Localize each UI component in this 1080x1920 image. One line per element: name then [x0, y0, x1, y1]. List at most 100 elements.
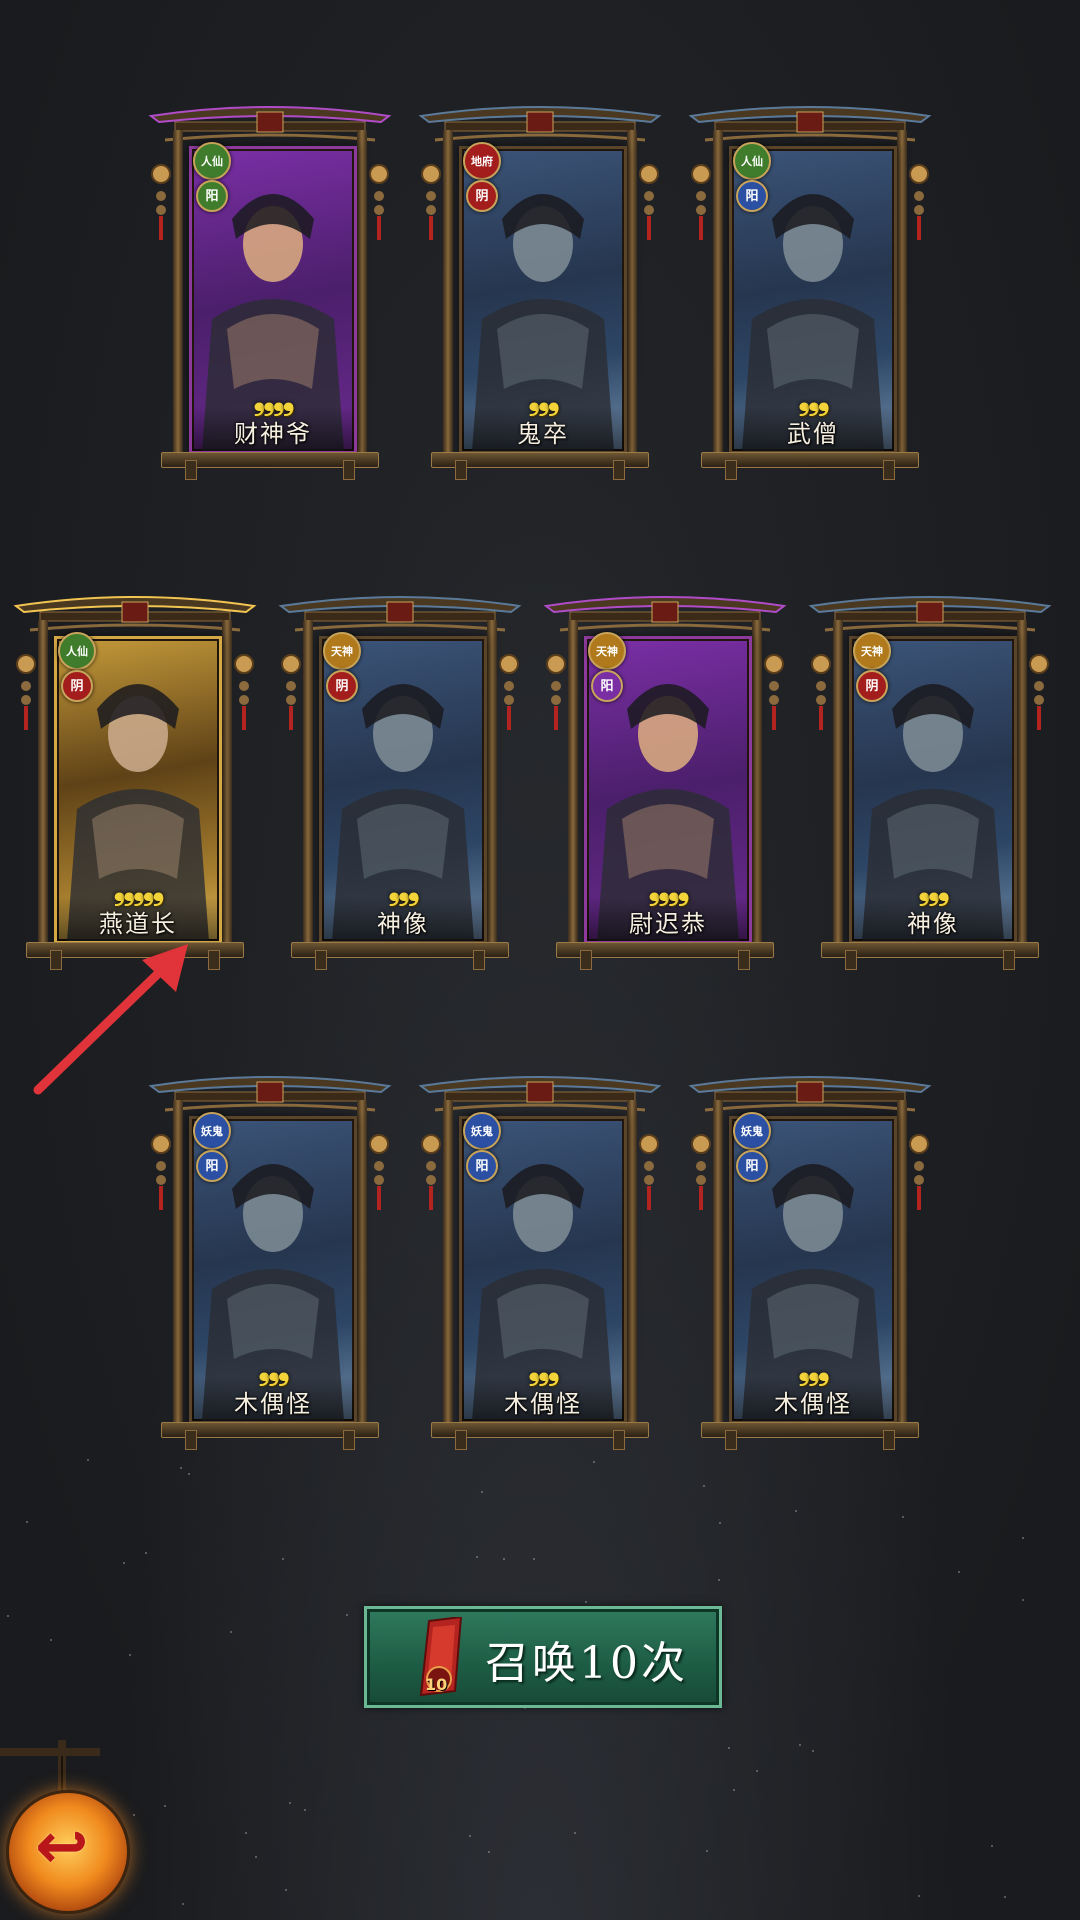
star-dot: [285, 1889, 287, 1891]
tassel-ornament-icon: [16, 654, 36, 730]
tassel-ornament-icon: [369, 164, 389, 240]
star-dot: [799, 1744, 801, 1746]
alignment-badge: 阳: [736, 1150, 768, 1182]
frame-post: [357, 130, 367, 468]
star-dot: [304, 1809, 306, 1811]
star-icon: ❟: [528, 382, 540, 417]
star-dot: [958, 1571, 960, 1573]
frame-foot: [343, 460, 355, 480]
hero-name: 武僧: [787, 420, 839, 448]
star-icon: ❟: [268, 1352, 280, 1387]
star-icon: ❟: [817, 382, 830, 417]
frame-foot: [580, 950, 592, 970]
frame-post: [568, 620, 578, 958]
hero-name: 木偶怪: [774, 1390, 852, 1418]
back-button[interactable]: ↩: [6, 1790, 130, 1914]
faction-badge: 地府: [463, 142, 501, 180]
star-icon: ❟: [273, 382, 285, 417]
faction-badge: 妖鬼: [193, 1112, 231, 1150]
frame-post: [357, 1100, 367, 1438]
frame-post: [38, 620, 48, 958]
tassel-ornament-icon: [151, 1134, 171, 1210]
frame-foot: [845, 950, 857, 970]
summon-button-label: 召唤10次: [485, 1638, 688, 1689]
hero-card[interactable]: ❟❟❟ 武僧 人仙 阳: [685, 100, 935, 480]
frame-post: [713, 1100, 723, 1438]
frame-post: [627, 130, 637, 468]
alignment-badge: 阳: [196, 1150, 228, 1182]
star-dot: [469, 1835, 471, 1837]
star-dot: [182, 1903, 184, 1905]
alignment-badge: 阳: [736, 180, 768, 212]
frame-post: [173, 1100, 183, 1438]
tassel-ornament-icon: [499, 654, 519, 730]
star-dot: [1022, 1537, 1024, 1539]
star-dot: [991, 1845, 993, 1847]
tassel-ornament-icon: [281, 654, 301, 730]
star-dot: [188, 1473, 190, 1475]
hero-card[interactable]: ❟❟❟ 神像 天神 阴: [275, 590, 525, 970]
hero-card[interactable]: ❟❟❟❟ 尉迟恭 天神 阳: [540, 590, 790, 970]
star-icon: ❟: [808, 382, 820, 417]
frame-post: [627, 1100, 637, 1438]
star-dot: [812, 1750, 814, 1752]
frame-post: [222, 620, 232, 958]
star-icon: ❟: [668, 872, 680, 907]
tassel-ornament-icon: [639, 164, 659, 240]
star-dot: [733, 1789, 735, 1791]
summon-10-button[interactable]: 10 召唤10次: [364, 1606, 722, 1708]
frame-foot: [473, 950, 485, 970]
frame-foot: [738, 950, 750, 970]
hero-card[interactable]: ❟❟❟ 木偶怪 妖鬼 阳: [685, 1070, 935, 1450]
faction-badge: 妖鬼: [733, 1112, 771, 1150]
faction-badge: 人仙: [193, 142, 231, 180]
frame-post: [897, 1100, 907, 1438]
tassel-ornament-icon: [369, 1134, 389, 1210]
star-dot: [503, 1558, 505, 1560]
star-dot: [728, 1747, 730, 1749]
star-icon: ❟: [258, 1352, 270, 1387]
star-dot: [703, 1485, 705, 1487]
highlight-arrow-icon: [33, 944, 188, 1095]
star-dot: [133, 1814, 135, 1816]
star-icon: ❟: [277, 1352, 290, 1387]
hero-card[interactable]: ❟❟❟ 木偶怪 妖鬼 阳: [145, 1070, 395, 1450]
alignment-badge: 阴: [856, 670, 888, 702]
star-dot: [1004, 1896, 1006, 1898]
star-dot: [255, 1856, 257, 1858]
star-dot: [282, 1558, 284, 1560]
star-dot: [488, 1851, 490, 1853]
star-dot: [245, 1832, 247, 1834]
alignment-badge: 阳: [466, 1150, 498, 1182]
frame-post: [897, 130, 907, 468]
star-dot: [145, 1552, 147, 1554]
star-icon: ❟: [538, 382, 550, 417]
faction-badge: 人仙: [58, 632, 96, 670]
tassel-ornament-icon: [811, 654, 831, 730]
tassel-ornament-icon: [421, 1134, 441, 1210]
back-arrow-icon: ↩: [35, 1810, 89, 1884]
alignment-badge: 阳: [196, 180, 228, 212]
frame-foot: [185, 460, 197, 480]
star-icon: ❟: [677, 872, 690, 907]
faction-badge: 天神: [588, 632, 626, 670]
star-dot: [719, 1522, 721, 1524]
hero-card[interactable]: ❟❟❟❟ 财神爷 人仙 阳: [145, 100, 395, 480]
frame-post: [443, 130, 453, 468]
frame-post: [1017, 620, 1027, 958]
frame-post: [173, 130, 183, 468]
star-rating: ❟❟❟: [192, 1352, 354, 1387]
frame-post: [833, 620, 843, 958]
hero-name: 燕道长: [99, 910, 177, 938]
hero-card[interactable]: ❟❟❟ 木偶怪 妖鬼 阳: [415, 1070, 665, 1450]
hero-card[interactable]: ❟❟❟ 鬼卒 地府 阴: [415, 100, 665, 480]
star-dot: [918, 1895, 920, 1897]
hero-card[interactable]: ❟❟❟❟❟ 燕道长 人仙 阴: [10, 590, 260, 970]
tassel-ornament-icon: [1029, 654, 1049, 730]
frame-post: [752, 620, 762, 958]
hero-card[interactable]: ❟❟❟ 神像 天神 阴: [805, 590, 1055, 970]
frame-foot: [883, 1430, 895, 1450]
star-icon: ❟: [113, 872, 126, 907]
star-icon: ❟: [123, 872, 135, 907]
frame-foot: [185, 1430, 197, 1450]
